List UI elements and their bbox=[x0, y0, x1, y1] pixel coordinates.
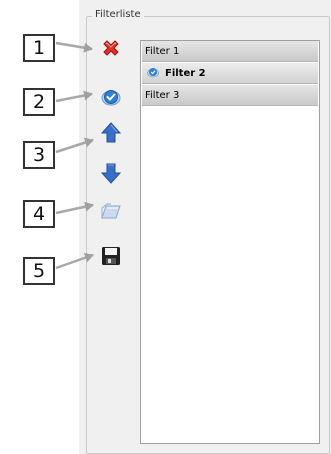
callout-arrow-4 bbox=[55, 201, 94, 215]
callout-arrow-2 bbox=[55, 90, 93, 103]
callout-arrows bbox=[55, 41, 94, 270]
callout-arrow-5 bbox=[55, 252, 94, 270]
callout-arrow-1 bbox=[55, 41, 93, 53]
callout-arrow-3 bbox=[55, 137, 94, 154]
